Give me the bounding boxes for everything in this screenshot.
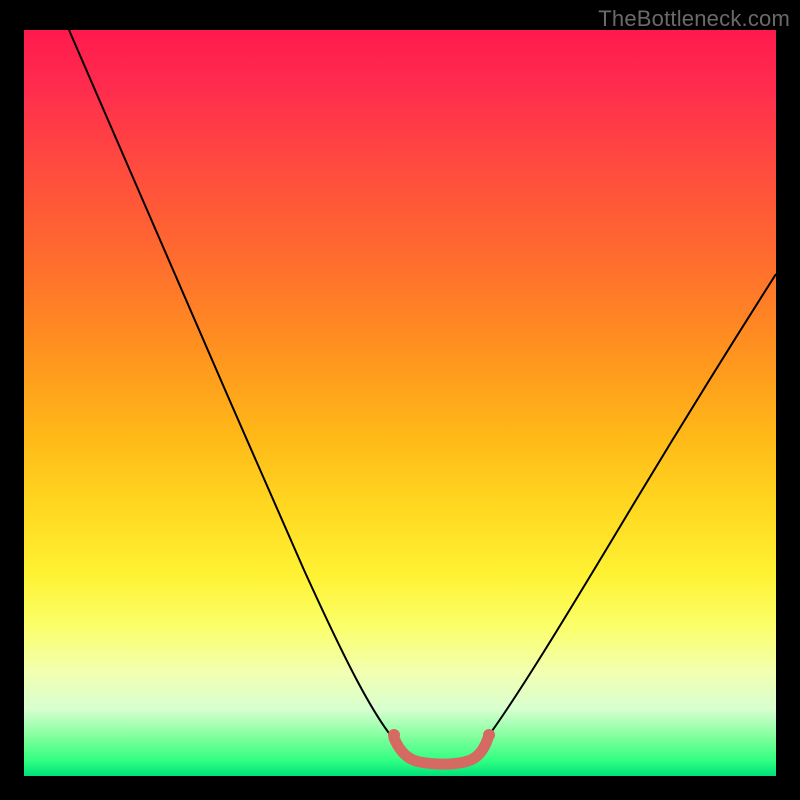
curve-svg — [24, 30, 776, 776]
bottleneck-curve-left — [69, 30, 396, 742]
bottleneck-band — [394, 738, 488, 764]
watermark-text: TheBottleneck.com — [598, 6, 790, 32]
band-end-left-icon — [388, 729, 400, 741]
chart-frame: TheBottleneck.com — [0, 0, 800, 800]
bottleneck-curve-right — [484, 274, 776, 742]
plot-area — [24, 30, 776, 776]
band-end-right-icon — [483, 729, 495, 741]
